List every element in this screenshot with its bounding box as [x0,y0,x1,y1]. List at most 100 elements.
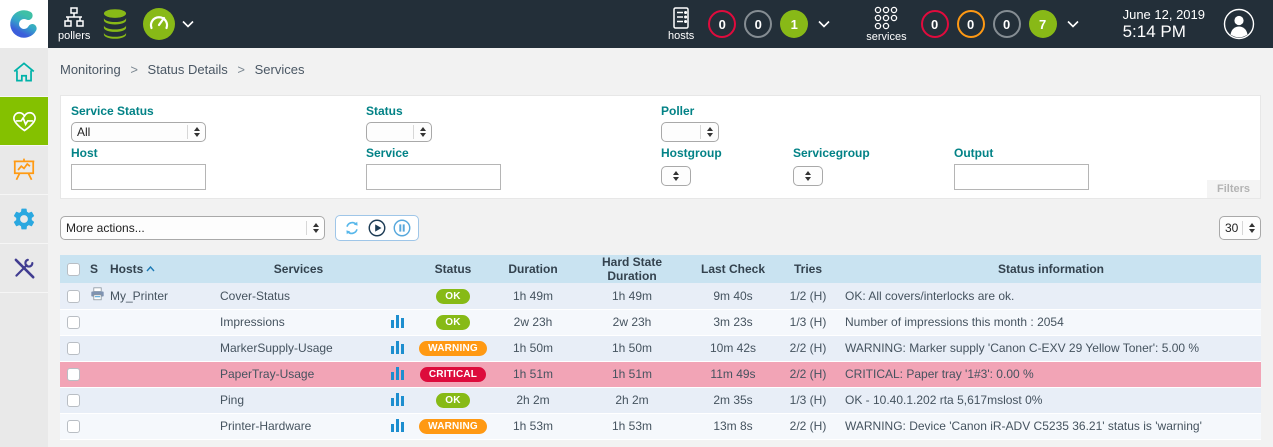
servicegroup-select[interactable] [793,166,823,186]
column-tries[interactable]: Tries [775,255,841,283]
select-stepper-icon [1242,221,1255,235]
sidebar-item-monitoring[interactable] [0,97,48,146]
duration-cell: 1h 53m [493,413,573,439]
poller-select[interactable] [661,122,719,142]
host-link[interactable]: My_Printer [110,289,168,303]
pause-icon[interactable] [393,219,411,237]
more-actions-select[interactable]: More actions... [60,216,325,240]
service-input[interactable] [366,164,501,190]
rows-per-page-select[interactable]: 30 [1219,216,1261,240]
column-hosts-label: Hosts [110,262,143,276]
sidebar-item-home[interactable] [0,48,48,97]
row-checkbox[interactable] [67,368,80,381]
chart-icon[interactable] [391,418,404,432]
tries-cell: 1/2 (H) [775,283,841,309]
column-hard-state-duration[interactable]: Hard State Duration [573,255,691,283]
current-time: 5:14 PM [1123,22,1205,42]
gauge-status-icon[interactable] [142,7,176,41]
services-icon [873,5,899,31]
output-input[interactable] [954,164,1089,190]
chart-icon[interactable] [391,392,404,406]
services-unknown-counter[interactable]: 0 [993,10,1021,38]
hard-state-duration-cell: 1h 50m [573,335,691,361]
presentation-chart-icon [11,157,37,183]
service-link[interactable]: MarkerSupply-Usage [220,341,333,355]
rows-per-page-value: 30 [1225,221,1238,235]
service-link[interactable]: Ping [220,393,244,407]
hosts-down-counter[interactable]: 0 [708,10,736,38]
column-duration[interactable]: Duration [493,255,573,283]
play-icon[interactable] [368,219,386,237]
breadcrumb-monitoring[interactable]: Monitoring [60,62,121,77]
last-check-cell: 3m 23s [691,309,775,335]
chart-icon[interactable] [391,314,404,328]
row-checkbox[interactable] [67,342,80,355]
host-label: Host [71,146,98,160]
service-link[interactable]: PaperTray-Usage [220,367,314,381]
poller-label: Poller [661,104,694,118]
poller-status-chevron-icon[interactable] [182,20,194,28]
hostgroup-select[interactable] [661,166,691,186]
duration-cell: 2h 2m [493,387,573,413]
breadcrumb-status-details[interactable]: Status Details [148,62,228,77]
tries-cell: 2/2 (H) [775,335,841,361]
row-checkbox[interactable] [67,290,80,303]
breadcrumb-services[interactable]: Services [255,62,305,77]
breadcrumb-separator: > [237,62,245,77]
column-services[interactable]: Services [216,255,381,283]
filters-tab[interactable]: Filters [1207,180,1260,198]
breadcrumb-separator: > [130,62,138,77]
column-status-information[interactable]: Status information [841,255,1261,283]
services-critical-counter[interactable]: 0 [921,10,949,38]
refresh-icon[interactable] [343,219,361,237]
services-ok-counter[interactable]: 7 [1029,10,1057,38]
service-status-select[interactable]: All [71,122,206,142]
select-all-checkbox[interactable] [67,263,80,276]
host-input[interactable] [71,164,206,190]
status-information-cell: OK - 10.40.1.202 rta 5,617mslost 0% [841,387,1261,413]
last-check-cell: 13m 8s [691,413,775,439]
select-stepper-icon [187,125,200,139]
chart-icon[interactable] [391,340,404,354]
services-menu[interactable]: services [866,5,906,43]
service-label: Service [366,146,409,160]
column-status[interactable]: Status [413,255,493,283]
table-header-row: S Hosts Services Status Duration Hard St… [60,255,1261,283]
tries-cell: 2/2 (H) [775,413,841,439]
filter-panel: Service Status All Status Poller Host Se… [60,95,1261,199]
status-badge: WARNING [419,419,487,434]
services-warning-counter[interactable]: 0 [957,10,985,38]
column-last-check[interactable]: Last Check [691,255,775,283]
service-link[interactable]: Cover-Status [220,289,290,303]
servicegroup-label: Servicegroup [793,146,870,160]
status-select[interactable] [366,122,432,142]
clock: June 12, 2019 5:14 PM [1123,7,1205,42]
sidebar-item-reporting[interactable] [0,146,48,195]
centreon-logo[interactable] [0,0,48,48]
table-row: MarkerSupply-Usage WARNING 1h 50m 1h 50m… [60,335,1261,361]
user-avatar-icon[interactable] [1223,8,1255,40]
sidebar-item-configuration[interactable] [0,195,48,244]
column-s[interactable]: S [86,255,106,283]
sidebar-item-administration[interactable] [0,244,48,293]
column-hosts[interactable]: Hosts [106,255,216,283]
row-checkbox[interactable] [67,420,80,433]
row-checkbox[interactable] [67,316,80,329]
hosts-chevron-icon[interactable] [818,20,830,28]
hosts-status-group: hosts 0 0 1 [658,6,836,42]
select-stepper-icon [673,169,679,183]
services-chevron-icon[interactable] [1067,20,1079,28]
chart-icon[interactable] [391,366,404,380]
hosts-unreachable-counter[interactable]: 0 [744,10,772,38]
table-row: Printer-Hardware WARNING 1h 53m 1h 53m 1… [60,413,1261,439]
duration-cell: 1h 51m [493,361,573,387]
service-link[interactable]: Impressions [220,315,285,329]
status-badge: WARNING [419,341,487,356]
row-checkbox[interactable] [67,394,80,407]
table-row: My_Printer Cover-Status OK 1h 49m 1h 49m… [60,283,1261,309]
service-link[interactable]: Printer-Hardware [220,419,311,433]
pollers-menu[interactable]: pollers [58,6,90,42]
hosts-menu[interactable]: hosts [668,6,694,42]
database-status-icon[interactable] [100,8,130,40]
hosts-up-counter[interactable]: 1 [780,10,808,38]
